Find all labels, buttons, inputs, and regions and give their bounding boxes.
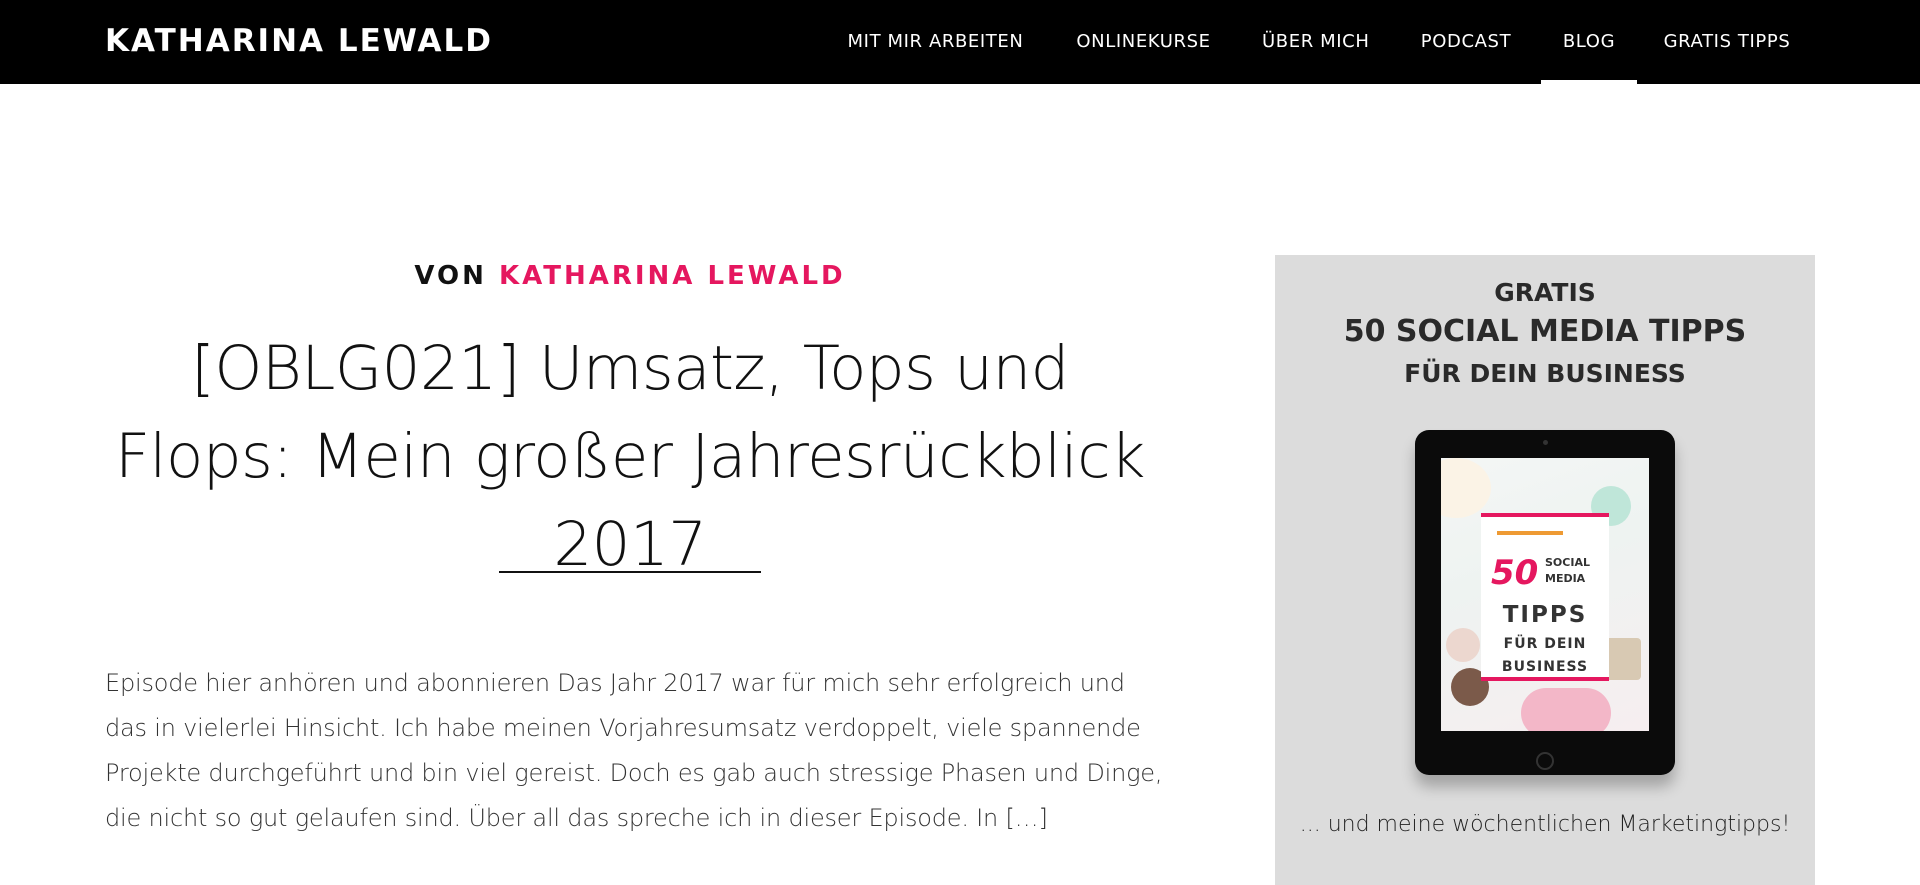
tablet-home-button xyxy=(1536,752,1554,770)
tablet-camera xyxy=(1543,440,1548,445)
cover-number: 50 xyxy=(1491,553,1539,593)
decor-blush xyxy=(1446,628,1480,662)
post-title[interactable]: [OBLG021] Umsatz, Tops und Flops: Mein g… xyxy=(105,325,1155,589)
widget-caption: ... und meine wöchentlichen Marketingtip… xyxy=(1299,812,1791,837)
author-link[interactable]: KATHARINA LEWALD xyxy=(499,261,846,291)
cover-media: MEDIA xyxy=(1545,572,1586,585)
widget-heading-tipps: 50 SOCIAL MEDIA TIPPS xyxy=(1343,314,1747,349)
decor-flower xyxy=(1441,458,1491,518)
nav-item-onlinekurse[interactable]: ONLINEKURSE xyxy=(1076,0,1211,84)
cover-fuer-dein: FÜR DEIN xyxy=(1503,636,1587,652)
byline-prefix: VON xyxy=(414,261,487,291)
ebook-tablet-image[interactable]: 50 SOCIAL MEDIA TIPPS FÜR DEIN BUSINESS xyxy=(1415,430,1675,775)
cover-subtitle: FÜR DEIN BUSINESS xyxy=(1481,633,1609,679)
nav-item-mit-mir-arbeiten[interactable]: MIT MIR ARBEITEN xyxy=(847,0,1024,84)
cover-tipps: TIPPS xyxy=(1502,602,1588,628)
post-excerpt: Episode hier anhören und abonnieren Das … xyxy=(105,669,1163,832)
widget-heading-gratis: GRATIS xyxy=(1494,278,1596,307)
nav-item-ueber-mich[interactable]: ÜBER MICH xyxy=(1262,0,1369,84)
cover-social: SOCIAL xyxy=(1545,556,1590,569)
decor-pink xyxy=(1521,688,1611,731)
cover-accent-line xyxy=(1497,531,1563,535)
newsletter-widget: GRATIS 50 SOCIAL MEDIA TIPPS FÜR DEIN BU… xyxy=(1275,255,1815,885)
title-divider xyxy=(499,571,761,573)
main-nav: MIT MIR ARBEITEN ONLINEKURSE ÜBER MICH P… xyxy=(0,0,1920,84)
nav-item-podcast[interactable]: PODCAST xyxy=(1420,0,1512,84)
site-header: KATHARINA LEWALD MIT MIR ARBEITEN ONLINE… xyxy=(0,0,1920,84)
widget-heading-business: FÜR DEIN BUSINESS xyxy=(1404,359,1686,388)
post-byline: VON KATHARINA LEWALD xyxy=(105,258,1155,294)
nav-item-gratis-tipps[interactable]: GRATIS TIPPS xyxy=(1663,0,1791,84)
ebook-cover: 50 SOCIAL MEDIA TIPPS FÜR DEIN BUSINESS xyxy=(1481,513,1609,681)
nav-item-blog[interactable]: BLOG xyxy=(1541,0,1637,84)
cover-business: BUSINESS xyxy=(1501,659,1589,675)
cover-social-media: SOCIAL MEDIA xyxy=(1545,555,1590,587)
tablet-screen: 50 SOCIAL MEDIA TIPPS FÜR DEIN BUSINESS xyxy=(1441,458,1649,731)
